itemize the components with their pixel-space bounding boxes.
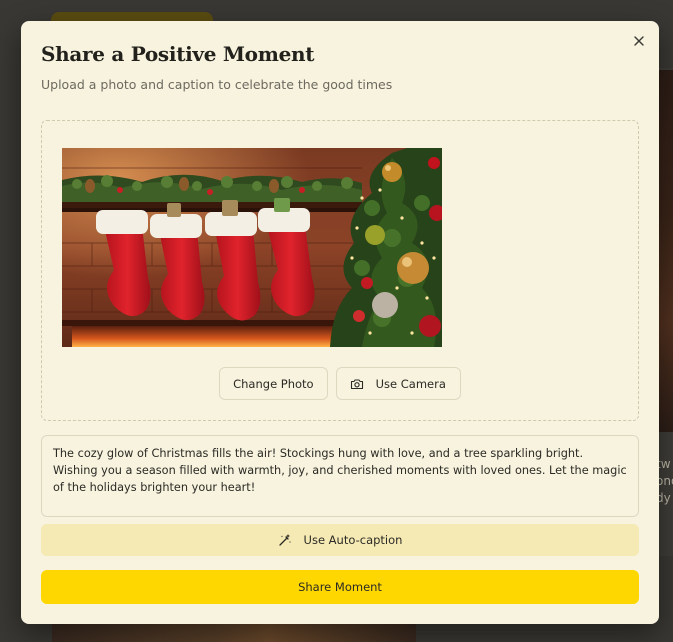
photo-dropzone[interactable]: Change Photo Use Camera xyxy=(41,120,639,421)
photo-actions: Change Photo Use Camera xyxy=(42,367,638,400)
caption-textarea[interactable]: The cozy glow of Christmas fills the air… xyxy=(41,435,639,517)
use-camera-button[interactable]: Use Camera xyxy=(335,367,461,400)
uploaded-photo xyxy=(62,148,442,347)
close-button[interactable] xyxy=(631,33,647,49)
camera-icon xyxy=(350,378,364,390)
close-icon xyxy=(634,36,644,46)
auto-caption-button[interactable]: Use Auto-caption xyxy=(41,524,639,556)
dialog-title: Share a Positive Moment xyxy=(41,42,315,66)
change-photo-label: Change Photo xyxy=(233,376,314,391)
share-moment-button[interactable]: Share Moment xyxy=(41,570,639,604)
share-moment-label: Share Moment xyxy=(298,580,382,594)
magic-wand-icon xyxy=(278,533,292,547)
auto-caption-label: Use Auto-caption xyxy=(303,533,403,547)
background-image xyxy=(52,624,416,642)
share-moment-dialog: Share a Positive Moment Upload a photo a… xyxy=(21,21,659,624)
background-card-image xyxy=(658,70,673,432)
change-photo-button[interactable]: Change Photo xyxy=(219,367,328,400)
dialog-subtitle: Upload a photo and caption to celebrate … xyxy=(41,77,393,92)
use-camera-label: Use Camera xyxy=(375,376,446,391)
